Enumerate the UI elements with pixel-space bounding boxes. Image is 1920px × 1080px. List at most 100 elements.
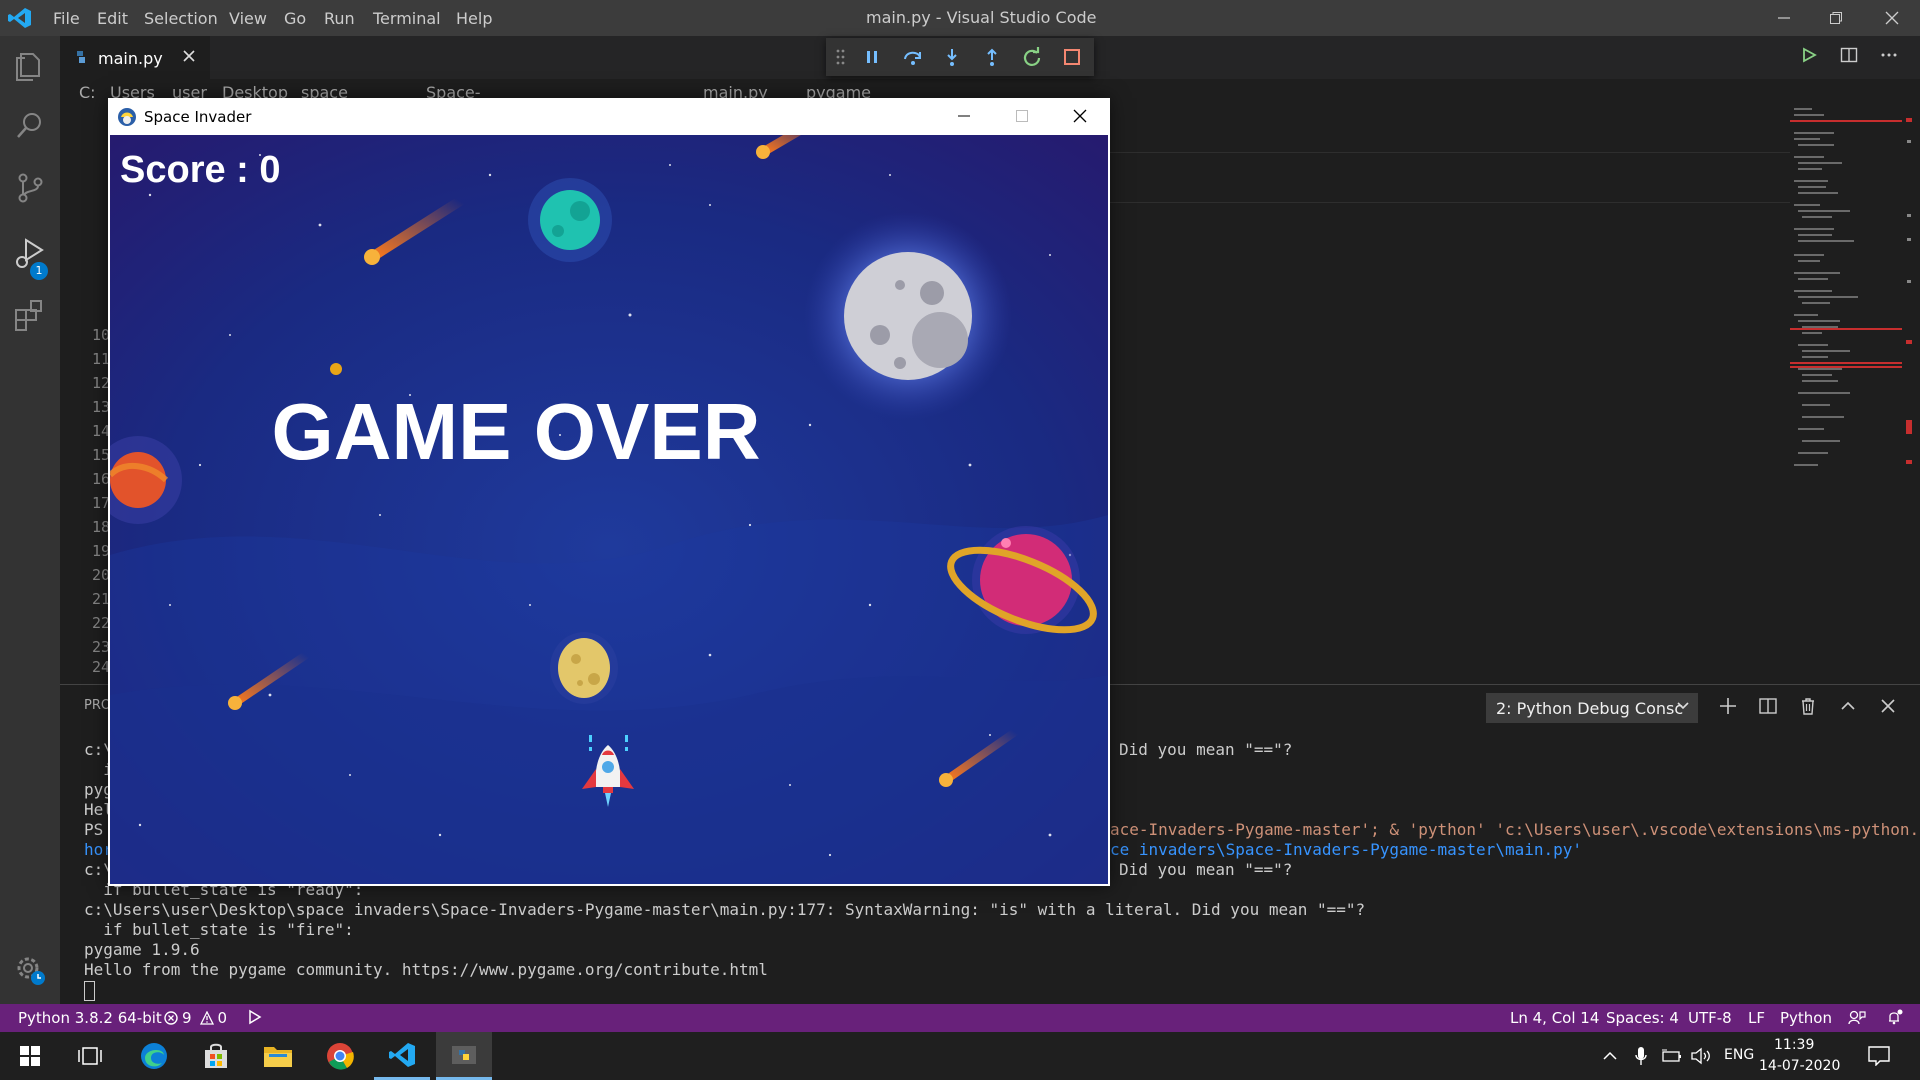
menu-selection[interactable]: Selection <box>144 9 218 28</box>
breadcrumb-item[interactable]: C: <box>79 83 96 102</box>
edge-browser-icon[interactable] <box>126 1032 182 1080</box>
line-number: 22 <box>91 614 110 632</box>
line-number: 11 <box>91 350 110 368</box>
restart-button[interactable] <box>1022 47 1042 67</box>
tab-main-py[interactable]: main.py <box>60 36 210 80</box>
problems-indicator[interactable]: 9 0 <box>164 1009 227 1027</box>
terminal-cursor <box>84 981 95 1001</box>
terminal-path-part: 'c:\Users\user\.vscode\extensions\ms-pyt… <box>1485 820 1920 839</box>
explorer-icon[interactable] <box>12 48 48 84</box>
minimap[interactable] <box>1790 104 1902 484</box>
search-icon[interactable] <box>12 108 48 144</box>
debug-badge: 1 <box>30 262 48 280</box>
task-view-icon[interactable] <box>62 1032 118 1080</box>
more-actions-icon[interactable] <box>1880 46 1898 64</box>
terminal-line: Hello from the pygame community. https:/… <box>84 960 768 979</box>
close-tab-icon[interactable] <box>180 47 198 65</box>
trash-icon[interactable] <box>1798 696 1818 716</box>
run-icon[interactable] <box>1800 46 1818 64</box>
restore-window-button[interactable] <box>1808 0 1864 36</box>
manage-gear-icon[interactable] <box>12 950 48 986</box>
terminal-line: ce invaders\Space-Invaders-Pygame-master… <box>1110 840 1583 859</box>
line-number: 13 <box>91 398 110 416</box>
close-panel-icon[interactable] <box>1878 696 1898 716</box>
store-icon[interactable] <box>188 1032 244 1080</box>
game-canvas[interactable]: Score : 0 GAME OVER <box>110 135 1108 884</box>
terminal-line: Did you mean "=="? <box>1119 740 1293 759</box>
line-number: 24 <box>91 658 110 676</box>
python-taskbar-icon[interactable] <box>436 1032 492 1080</box>
error-icon <box>164 1011 178 1025</box>
game-minimize-button[interactable] <box>954 106 974 126</box>
menu-view[interactable]: View <box>229 9 267 28</box>
menu-terminal[interactable]: Terminal <box>373 9 441 28</box>
chevron-down-icon <box>1676 699 1690 713</box>
file-explorer-icon[interactable] <box>250 1032 306 1080</box>
split-terminal-icon[interactable] <box>1758 696 1778 716</box>
cursor-position[interactable]: Ln 4, Col 14 <box>1510 1009 1599 1027</box>
terminal-line: c:\Users\user\Desktop\space invaders\Spa… <box>84 900 1366 919</box>
split-editor-icon[interactable] <box>1840 46 1858 64</box>
language-mode[interactable]: Python <box>1780 1009 1832 1027</box>
line-number: 10 <box>91 326 110 344</box>
terminal-line: Did you mean "=="? <box>1119 860 1293 879</box>
close-window-button[interactable] <box>1864 0 1920 36</box>
terminal-select[interactable]: 2: Python Debug Consc <box>1486 693 1698 723</box>
menu-go[interactable]: Go <box>284 9 306 28</box>
python-file-icon <box>74 49 88 65</box>
line-number: 21 <box>91 590 110 608</box>
step-out-button[interactable] <box>982 47 1002 67</box>
status-bar: Python 3.8.2 64-bit 9 0 Ln 4, Col 14 Spa… <box>0 1004 1920 1032</box>
game-window[interactable]: Space Invader Score: 0 GAME OVER <box>108 98 1110 886</box>
new-terminal-icon[interactable] <box>1718 696 1738 716</box>
start-windows-icon[interactable] <box>2 1032 58 1080</box>
game-over-text: GAME OVER <box>272 387 761 476</box>
menu-edit[interactable]: Edit <box>97 9 128 28</box>
extensions-icon[interactable] <box>12 298 48 334</box>
drag-handle-icon[interactable] <box>836 48 846 66</box>
menu-file[interactable]: File <box>53 9 80 28</box>
action-center-icon[interactable] <box>1868 1046 1890 1066</box>
feedback-icon[interactable] <box>1848 1009 1866 1025</box>
game-maximize-button[interactable] <box>1012 106 1032 126</box>
step-into-button[interactable] <box>942 47 962 67</box>
game-window-icon <box>117 107 137 127</box>
chrome-icon[interactable] <box>312 1032 368 1080</box>
line-number: 19 <box>91 542 110 560</box>
step-over-button[interactable] <box>902 47 924 67</box>
scrollbar-overview[interactable] <box>1906 110 1912 470</box>
line-number: 12 <box>91 374 110 392</box>
warning-count: 0 <box>217 1009 228 1027</box>
encoding[interactable]: UTF-8 <box>1688 1009 1732 1027</box>
terminal-path-part: ace-Invaders-Pygame-master'; & <box>1110 820 1409 839</box>
volume-icon[interactable] <box>1690 1047 1712 1065</box>
game-title-bar[interactable]: Space Invader <box>108 98 1110 135</box>
stop-button[interactable] <box>1062 47 1082 67</box>
clock-date[interactable]: 14-07-2020 <box>1759 1058 1840 1074</box>
end-of-line[interactable]: LF <box>1748 1009 1765 1027</box>
terminal-line: ace-Invaders-Pygame-master'; & 'python' … <box>1110 820 1920 839</box>
pause-button[interactable] <box>862 47 882 67</box>
python-interpreter[interactable]: Python 3.8.2 64-bit <box>18 1009 162 1027</box>
indentation[interactable]: Spaces: 4 <box>1606 1009 1679 1027</box>
source-control-icon[interactable] <box>12 170 48 206</box>
microphone-icon[interactable] <box>1634 1046 1648 1066</box>
error-count: 9 <box>182 1009 192 1027</box>
vscode-taskbar-icon[interactable] <box>374 1032 430 1080</box>
battery-icon[interactable] <box>1660 1048 1682 1064</box>
menu-run[interactable]: Run <box>324 9 355 28</box>
terminal-line: if bullet_state is "fire": <box>84 920 354 939</box>
terminal-line: PS <box>84 820 104 839</box>
tray-chevron-up-icon[interactable] <box>1602 1048 1618 1064</box>
run-debug-status-icon[interactable] <box>248 1009 262 1025</box>
clock-time[interactable]: 11:39 <box>1774 1037 1814 1053</box>
menu-help[interactable]: Help <box>456 9 492 28</box>
terminal-python-literal: 'python' <box>1408 820 1486 839</box>
game-close-button[interactable] <box>1070 106 1090 126</box>
maximize-panel-icon[interactable] <box>1838 696 1858 716</box>
input-language[interactable]: ENG <box>1724 1047 1754 1063</box>
debug-toolbar <box>826 38 1094 76</box>
line-number: 18 <box>91 518 110 536</box>
notifications-bell-icon[interactable] <box>1886 1009 1904 1025</box>
minimize-window-button[interactable] <box>1756 0 1812 36</box>
